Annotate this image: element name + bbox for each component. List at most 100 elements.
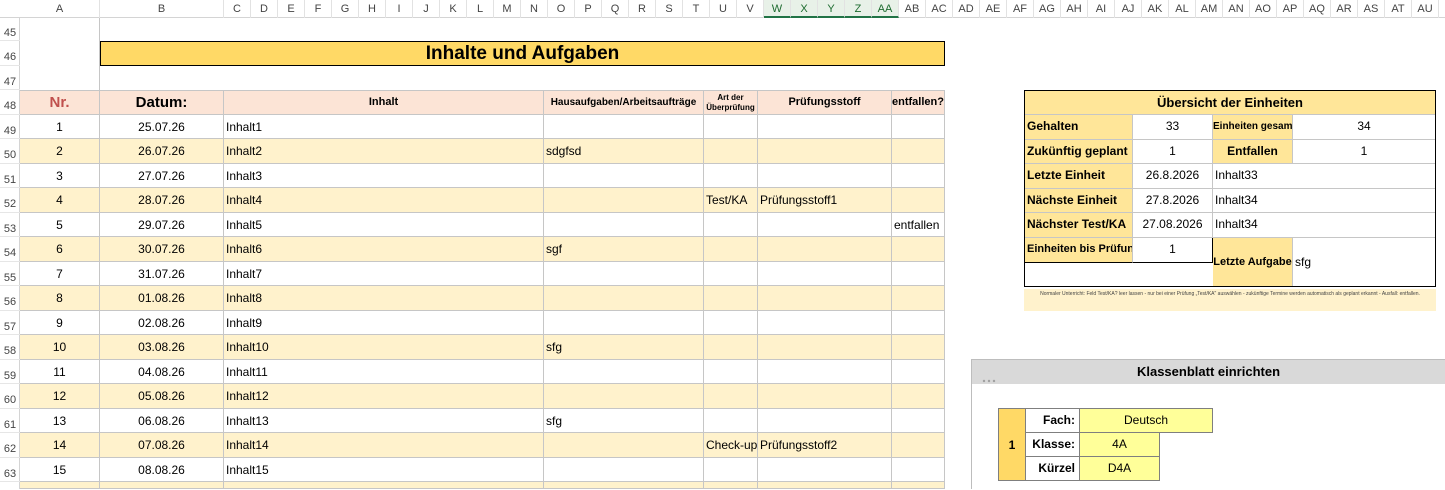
gehalten-value[interactable]: 33	[1133, 115, 1213, 140]
cell-datum[interactable]: 07.08.26	[100, 433, 224, 458]
letzte-aufgabe-value[interactable]: sfg	[1293, 238, 1435, 286]
cell-art[interactable]	[704, 115, 758, 139]
cell-stoff[interactable]	[758, 213, 892, 237]
cell-stoff[interactable]	[758, 360, 892, 384]
cell-nr[interactable]: 9	[20, 311, 100, 335]
table-row-partial[interactable]	[892, 482, 945, 489]
cell-nr[interactable]: 7	[20, 262, 100, 286]
cell-stoff[interactable]	[758, 458, 892, 482]
cell-ha[interactable]	[544, 115, 704, 139]
cell-stoff[interactable]	[758, 286, 892, 311]
cell-inhalt[interactable]: Inhalt14	[224, 433, 544, 458]
cell-entf[interactable]	[892, 360, 945, 384]
cell-datum[interactable]: 01.08.26	[100, 286, 224, 311]
cell-datum[interactable]: 26.07.26	[100, 139, 224, 164]
cell-art[interactable]	[704, 384, 758, 409]
cell-datum[interactable]: 25.07.26	[100, 115, 224, 139]
cell-stoff[interactable]	[758, 311, 892, 335]
cell-stoff[interactable]	[758, 164, 892, 188]
cell-ha[interactable]	[544, 384, 704, 409]
cell-stoff[interactable]	[758, 335, 892, 360]
cell-entf[interactable]	[892, 286, 945, 311]
cell-ha[interactable]	[544, 360, 704, 384]
cell-inhalt[interactable]: Inhalt11	[224, 360, 544, 384]
cell-art[interactable]: Test/KA	[704, 188, 758, 213]
cell-inhalt[interactable]: Inhalt1	[224, 115, 544, 139]
cell-nr[interactable]: 2	[20, 139, 100, 164]
cell-art[interactable]	[704, 213, 758, 237]
cell-inhalt[interactable]: Inhalt12	[224, 384, 544, 409]
cell-art[interactable]	[704, 286, 758, 311]
letzte-einheit-inhalt[interactable]: Inhalt33	[1213, 164, 1435, 189]
table-row-partial[interactable]	[544, 482, 704, 489]
cell-ha[interactable]	[544, 213, 704, 237]
table-row-partial[interactable]	[704, 482, 758, 489]
table-row-partial[interactable]	[100, 482, 224, 489]
cell-nr[interactable]: 13	[20, 409, 100, 433]
einheiten-gesamt-value[interactable]: 34	[1293, 115, 1435, 140]
cell-datum[interactable]: 03.08.26	[100, 335, 224, 360]
table-row-partial[interactable]	[224, 482, 544, 489]
cell-stoff[interactable]	[758, 262, 892, 286]
cell-nr[interactable]: 10	[20, 335, 100, 360]
cell-ha[interactable]: sgf	[544, 237, 704, 262]
cell-ha[interactable]	[544, 164, 704, 188]
cell-nr[interactable]: 5	[20, 213, 100, 237]
cell-nr[interactable]: 14	[20, 433, 100, 458]
cell-entf[interactable]: entfallen	[892, 213, 945, 237]
cell-ha[interactable]: sfg	[544, 335, 704, 360]
kuerzel-field[interactable]: D4A	[1080, 457, 1160, 481]
bis-pruefung-value[interactable]: 1	[1133, 238, 1213, 263]
cell-nr[interactable]: 6	[20, 237, 100, 262]
cell-nr[interactable]: 1	[20, 115, 100, 139]
cell-art[interactable]	[704, 458, 758, 482]
cell-art[interactable]	[704, 311, 758, 335]
cell-stoff[interactable]	[758, 384, 892, 409]
cell-inhalt[interactable]: Inhalt10	[224, 335, 544, 360]
fach-field[interactable]: Deutsch	[1080, 408, 1213, 433]
cell-entf[interactable]	[892, 311, 945, 335]
klasse-field[interactable]: 4A	[1080, 433, 1160, 457]
cell-inhalt[interactable]: Inhalt5	[224, 213, 544, 237]
cell-inhalt[interactable]: Inhalt15	[224, 458, 544, 482]
cell-ha[interactable]	[544, 286, 704, 311]
cell-datum[interactable]: 04.08.26	[100, 360, 224, 384]
cell-entf[interactable]	[892, 335, 945, 360]
cell-ha[interactable]: sdgfsd	[544, 139, 704, 164]
cell-inhalt[interactable]: Inhalt3	[224, 164, 544, 188]
cell-inhalt[interactable]: Inhalt4	[224, 188, 544, 213]
cell-entf[interactable]	[892, 409, 945, 433]
cell-datum[interactable]: 06.08.26	[100, 409, 224, 433]
cell-ha[interactable]	[544, 188, 704, 213]
cell-entf[interactable]	[892, 115, 945, 139]
cell-entf[interactable]	[892, 384, 945, 409]
cell-art[interactable]	[704, 360, 758, 384]
cell-art[interactable]	[704, 139, 758, 164]
cell-entf[interactable]	[892, 164, 945, 188]
cell-datum[interactable]: 27.07.26	[100, 164, 224, 188]
cell-inhalt[interactable]: Inhalt13	[224, 409, 544, 433]
table-row-partial[interactable]	[758, 482, 892, 489]
naechste-einheit-inhalt[interactable]: Inhalt34	[1213, 189, 1435, 213]
cell-stoff[interactable]	[758, 115, 892, 139]
cell-entf[interactable]	[892, 458, 945, 482]
cell-stoff[interactable]	[758, 139, 892, 164]
cell-stoff[interactable]	[758, 409, 892, 433]
cell-nr[interactable]: 11	[20, 360, 100, 384]
cell-datum[interactable]: 28.07.26	[100, 188, 224, 213]
cell-stoff[interactable]	[758, 237, 892, 262]
cell-ha[interactable]	[544, 262, 704, 286]
naechster-test-inhalt[interactable]: Inhalt34	[1213, 213, 1435, 238]
geplant-value[interactable]: 1	[1133, 140, 1213, 164]
cell-art[interactable]	[704, 335, 758, 360]
cell-entf[interactable]	[892, 139, 945, 164]
cell-entf[interactable]	[892, 262, 945, 286]
cell-ha[interactable]	[544, 311, 704, 335]
cell-nr[interactable]: 4	[20, 188, 100, 213]
naechster-test-date[interactable]: 27.08.2026	[1133, 213, 1213, 238]
cell-entf[interactable]	[892, 237, 945, 262]
cell-datum[interactable]: 29.07.26	[100, 213, 224, 237]
cell-inhalt[interactable]: Inhalt2	[224, 139, 544, 164]
cell-nr[interactable]: 15	[20, 458, 100, 482]
cell-ha[interactable]: sfg	[544, 409, 704, 433]
